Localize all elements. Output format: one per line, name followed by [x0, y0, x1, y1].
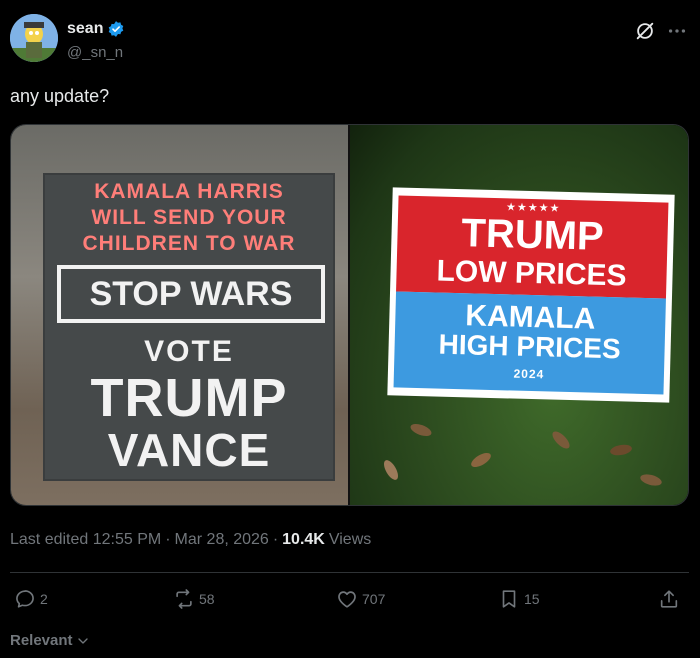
- bookmark-button[interactable]: 15: [498, 588, 540, 610]
- grok-button[interactable]: [634, 20, 656, 42]
- reply-count: 2: [40, 591, 48, 607]
- reply-sort-label: Relevant: [10, 632, 73, 649]
- more-horizontal-icon: [668, 29, 686, 33]
- yard-sign-left: KAMALA HARRIS WILL SEND YOUR CHILDREN TO…: [43, 173, 335, 481]
- repost-button[interactable]: 58: [173, 588, 215, 610]
- sign-red-panel: ★★★★★ TRUMP LOW PRICES: [396, 195, 669, 299]
- author-name[interactable]: sean: [67, 20, 103, 38]
- sign-blue-panel: KAMALA HIGH PRICES 2024: [393, 291, 666, 395]
- like-count: 707: [362, 591, 386, 607]
- leaf: [609, 443, 633, 457]
- share-button[interactable]: [658, 588, 680, 610]
- views-label: Views: [328, 531, 372, 548]
- avatar[interactable]: [10, 14, 58, 62]
- sign-vance-text: VANCE: [107, 424, 271, 476]
- reply-icon: [16, 590, 34, 608]
- action-bar: 2 58 707 15: [10, 588, 690, 618]
- yard-sign-right: ★★★★★ TRUMP LOW PRICES KAMALA HIGH PRICE…: [387, 187, 675, 403]
- sign-trump-text: TRUMP: [90, 368, 288, 428]
- sign-text-line1: KAMALA HARRIS: [94, 180, 284, 203]
- post-header: sean @_sn_n: [10, 14, 690, 66]
- sign-year-text: 2024: [513, 366, 545, 382]
- leaf: [639, 472, 663, 488]
- sign-low-prices-text: LOW PRICES: [436, 254, 627, 293]
- meta-separator: ·: [165, 531, 171, 548]
- verified-badge-icon: [109, 21, 124, 37]
- edited-timestamp[interactable]: Last edited 12:55 PM: [10, 531, 161, 549]
- heart-icon: [338, 591, 356, 608]
- bookmark-icon: [502, 590, 516, 608]
- meta-separator: ·: [272, 531, 279, 548]
- avatar-image: [10, 14, 58, 62]
- post-text: any update?: [10, 86, 110, 106]
- post-media[interactable]: KAMALA HARRIS WILL SEND YOUR CHILDREN TO…: [10, 124, 689, 506]
- leaf: [381, 457, 401, 483]
- repost-count: 58: [199, 591, 215, 607]
- sign-vote-text: VOTE: [144, 335, 234, 368]
- more-options-button[interactable]: [666, 20, 688, 42]
- leaf: [408, 421, 434, 439]
- reply-sort-dropdown[interactable]: Relevant: [10, 632, 91, 649]
- media-image-left[interactable]: KAMALA HARRIS WILL SEND YOUR CHILDREN TO…: [11, 125, 348, 505]
- sign-high-prices-text: HIGH PRICES: [438, 328, 622, 365]
- sign-text-line3: CHILDREN TO WAR: [82, 232, 296, 255]
- repost-icon: [176, 589, 192, 609]
- divider: [10, 572, 689, 573]
- grok-icon: [636, 22, 654, 40]
- leaf: [549, 428, 573, 452]
- reply-button[interactable]: 2: [14, 588, 48, 610]
- post-meta: Last edited 12:55 PM · Mar 28, 2026 · 10…: [10, 531, 371, 549]
- author-handle[interactable]: @_sn_n: [67, 44, 123, 61]
- sign-boxed-text: STOP WARS: [57, 265, 325, 323]
- views-count: 10.4K: [282, 531, 325, 548]
- sign-text-line2: WILL SEND YOUR: [91, 206, 287, 229]
- post-date[interactable]: Mar 28, 2026: [175, 531, 269, 549]
- bookmark-count: 15: [524, 591, 540, 607]
- like-button[interactable]: 707: [336, 588, 385, 610]
- share-icon: [660, 590, 678, 608]
- chevron-down-icon: [77, 637, 88, 644]
- author-name-row: sean: [67, 20, 125, 38]
- media-image-right[interactable]: ★★★★★ TRUMP LOW PRICES KAMALA HIGH PRICE…: [348, 125, 688, 505]
- leaf: [468, 450, 494, 470]
